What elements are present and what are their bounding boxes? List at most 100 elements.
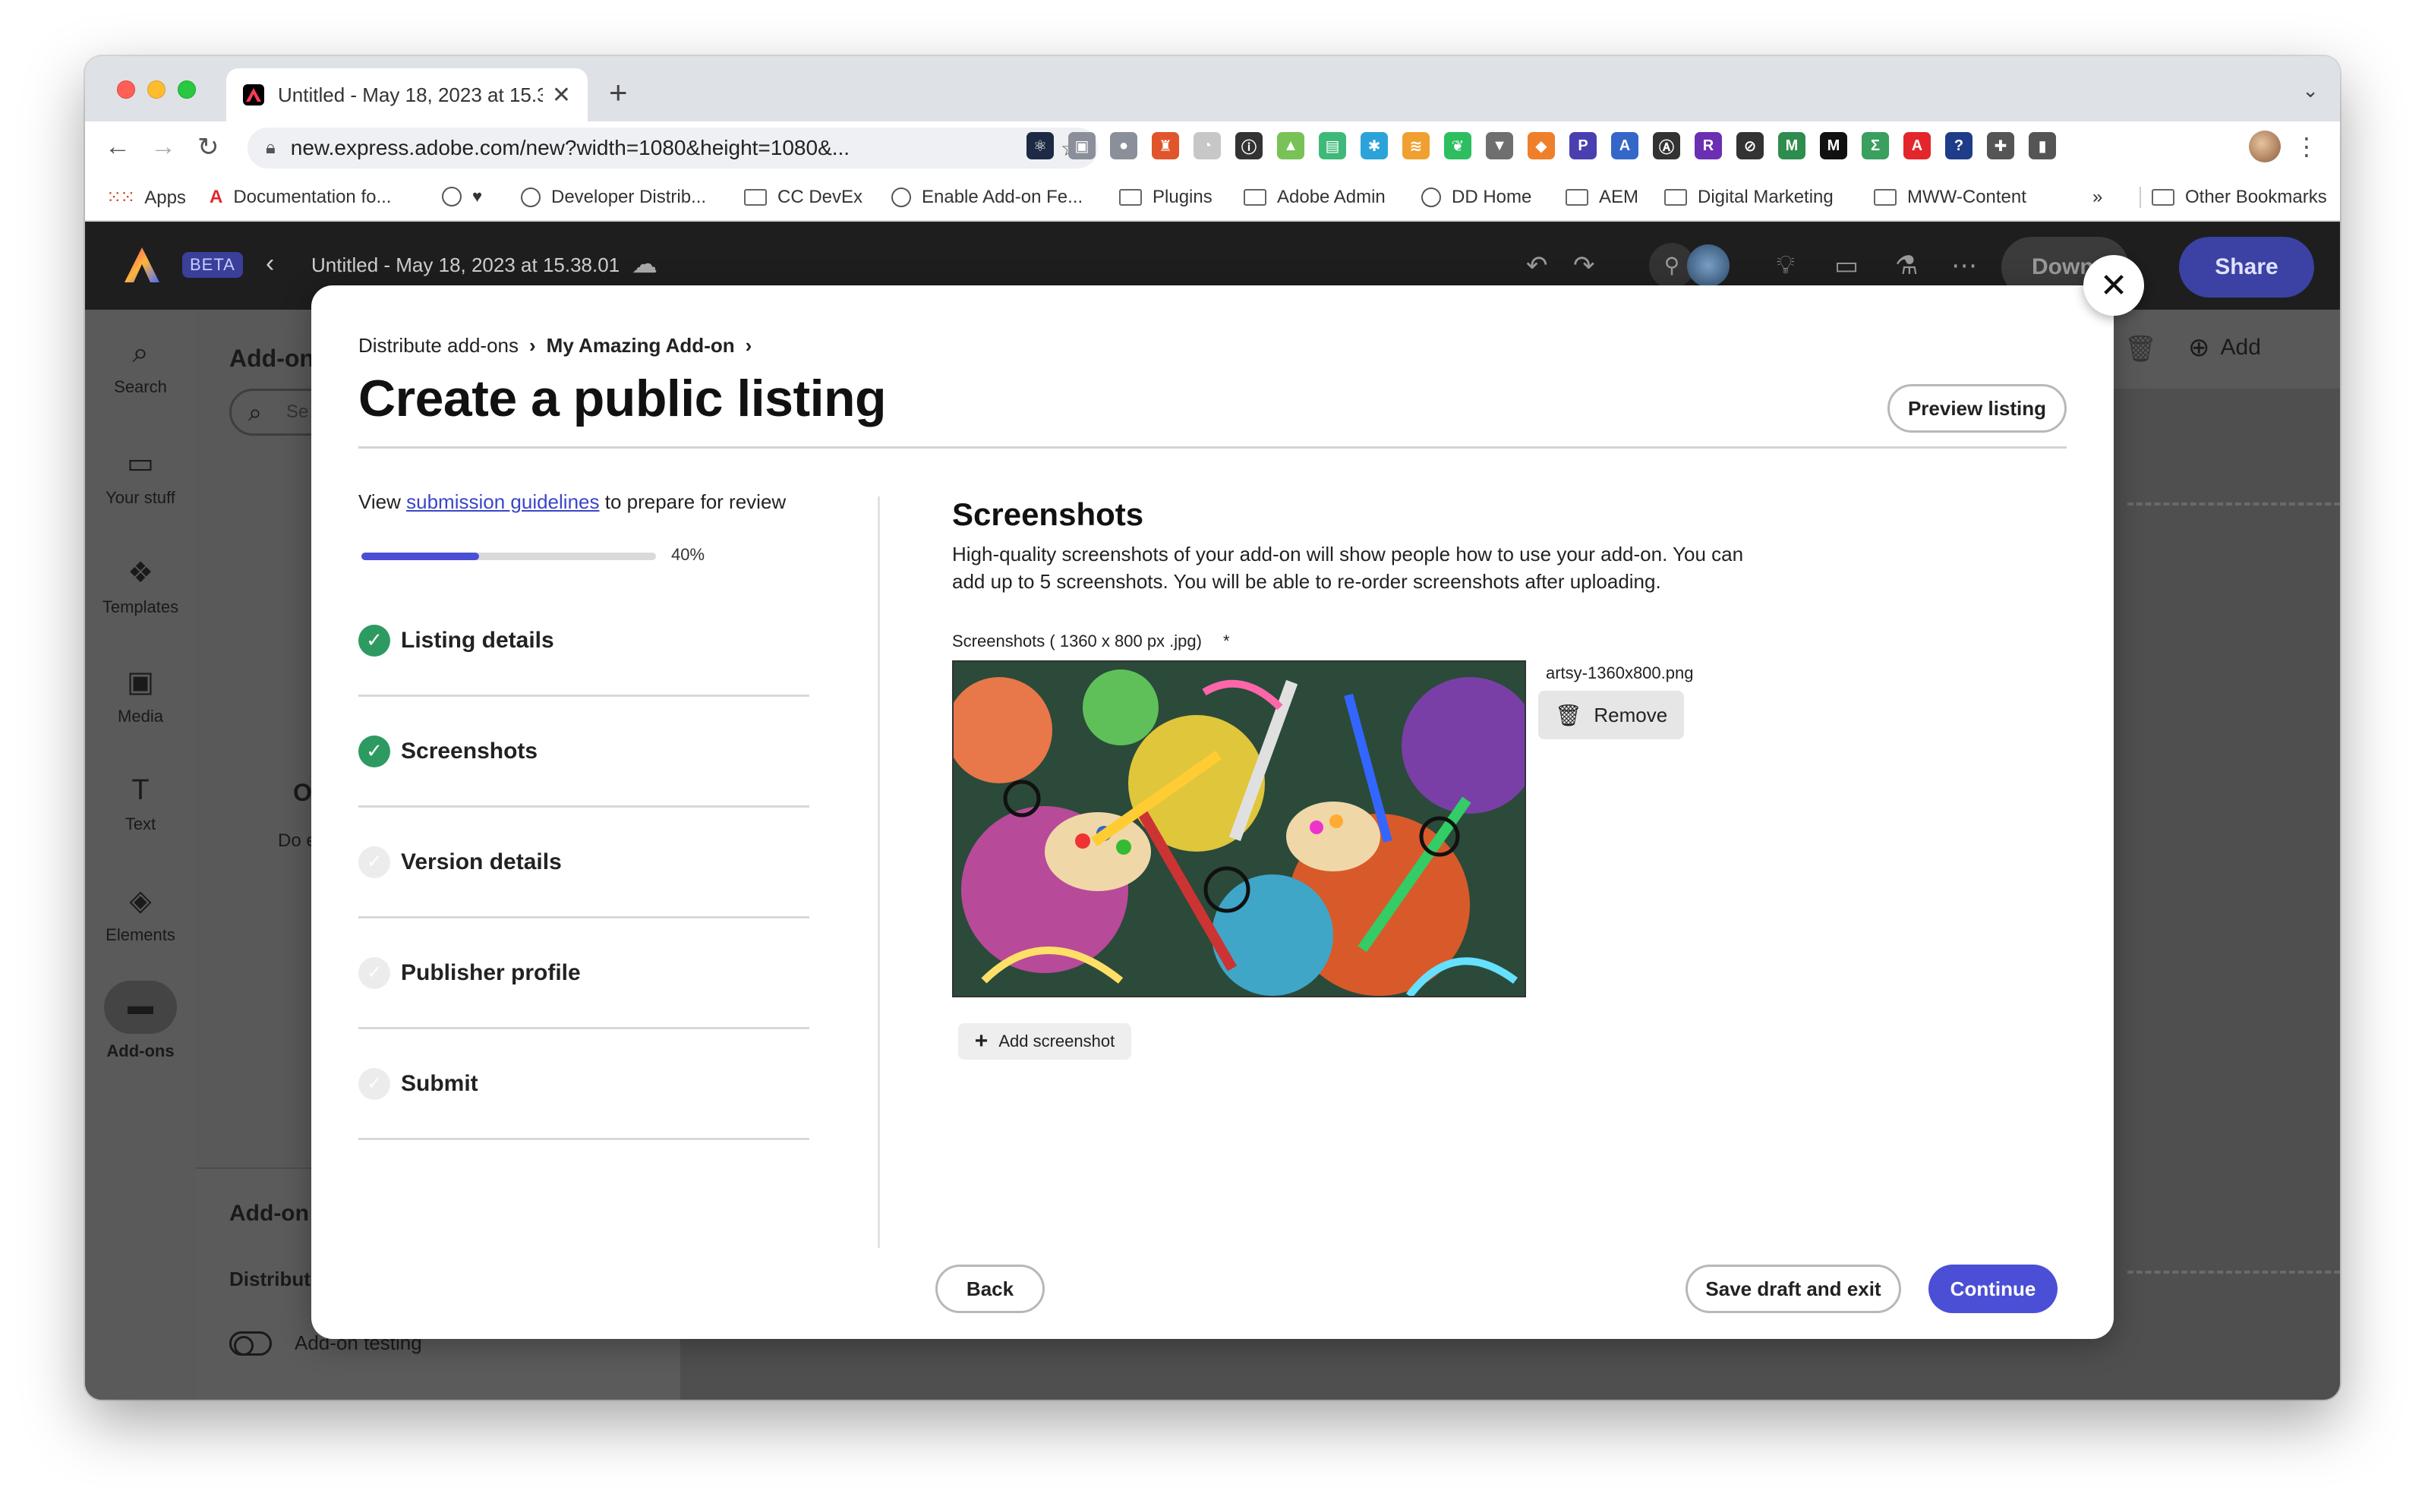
rail-item-elements[interactable]: ◈ Elements <box>85 884 196 945</box>
shield-icon[interactable]: ? <box>1945 132 1972 159</box>
collaborator-avatar[interactable] <box>1687 244 1730 287</box>
rail-item-text[interactable]: T Text <box>85 774 196 834</box>
bookmark-cc-devex[interactable]: CC DevEx <box>744 187 862 208</box>
profile-avatar[interactable] <box>2249 131 2281 162</box>
chat-icon[interactable]: ▣ <box>1068 132 1096 159</box>
r-icon[interactable]: R <box>1695 132 1722 159</box>
a-circle-icon[interactable]: Ⓐ <box>1653 132 1680 159</box>
info-icon[interactable]: ⓘ <box>1235 132 1263 159</box>
canvas-page-edge-bottom <box>2127 1271 2340 1274</box>
screen-icon[interactable]: ▤ <box>1319 132 1346 159</box>
flask-icon[interactable]: ⚗ <box>1895 250 1918 281</box>
android-icon[interactable]: ▲ <box>1277 132 1304 159</box>
bookmark-digital-marketing[interactable]: Digital Marketing <box>1664 187 1834 208</box>
no-tracking-icon[interactable]: ⊘ <box>1736 132 1764 159</box>
asterisk-icon[interactable]: ✱ <box>1361 132 1388 159</box>
bookmark-dd-home[interactable]: DD Home <box>1421 187 1531 208</box>
bookmark-apps[interactable]: ⁙⁙ Apps <box>106 187 186 209</box>
react-icon[interactable]: ⚛ <box>1026 132 1054 159</box>
step-listing-details[interactable]: ✓ Listing details <box>358 586 809 697</box>
medium-icon[interactable]: M <box>1820 132 1847 159</box>
tab-search-chevron-icon[interactable]: ⌄ <box>2302 79 2319 102</box>
chevron-right-icon: › <box>529 334 536 357</box>
evernote-icon[interactable]: ❦ <box>1444 132 1471 159</box>
bookmark-label: Plugins <box>1153 187 1212 207</box>
rail-item-add-ons[interactable]: ▬ Add-ons <box>85 981 196 1061</box>
add-page-button[interactable]: ⊕ Add <box>2188 332 2261 363</box>
bookmark-label: MWW-Content <box>1907 187 2026 207</box>
remove-screenshot-button[interactable]: 🗑︎ Remove <box>1538 691 1684 739</box>
sigma-icon[interactable]: Σ <box>1862 132 1889 159</box>
close-tab-icon[interactable]: ✕ <box>552 82 571 109</box>
browser-tab-active[interactable]: Untitled - May 18, 2023 at 15.3 ✕ <box>226 68 588 121</box>
address-bar[interactable]: 🔒︎ new.express.adobe.com/new?width=1080&… <box>248 128 1098 169</box>
step-screenshots[interactable]: ✓ Screenshots <box>358 697 809 808</box>
lightbulb-icon[interactable]: 💡︎ <box>1777 250 1795 280</box>
back-arrow-icon[interactable]: ← <box>105 132 131 162</box>
add-screenshot-button[interactable]: + Add screenshot <box>958 1023 1131 1060</box>
bookmark-documentation[interactable]: A Documentation fo... <box>210 187 391 208</box>
breadcrumb-distribute[interactable]: Distribute add-ons <box>358 334 519 358</box>
rail-item-media[interactable]: ▣ Media <box>85 665 196 726</box>
adobe-express-logo-icon[interactable] <box>121 244 162 285</box>
sidebar-icon[interactable]: ▮ <box>2029 132 2056 159</box>
back-chevron-icon[interactable]: ‹ <box>266 249 274 279</box>
bookmark-enable-addon[interactable]: Enable Add-on Fe... <box>891 187 1083 208</box>
new-tab-button[interactable]: + <box>609 74 628 111</box>
bookmark-label: AEM <box>1599 187 1639 207</box>
rail-item-your-stuff[interactable]: ▭ Your stuff <box>85 446 196 508</box>
forward-arrow-icon[interactable]: → <box>150 132 176 162</box>
close-window-button[interactable] <box>117 80 135 99</box>
puzzle-badge-icon[interactable]: ● <box>1110 132 1137 159</box>
a-brackets-icon[interactable]: A <box>1611 132 1638 159</box>
bookmarks-overflow-button[interactable]: » <box>2092 187 2102 208</box>
bookmark-plugins[interactable]: Plugins <box>1119 187 1212 208</box>
more-options-icon[interactable]: ⋯ <box>1951 250 1977 281</box>
step-version-details[interactable]: ✓ Version details <box>358 808 809 918</box>
screenshot-file-name: artsy-1360x800.png <box>1546 663 1694 682</box>
vue-icon[interactable]: ▼ <box>1486 132 1513 159</box>
puzzle-icon[interactable]: ✚ <box>1987 132 2014 159</box>
rail-item-search[interactable]: ⌕ Search <box>85 337 196 397</box>
submission-guidelines-link[interactable]: submission guidelines <box>406 490 599 513</box>
step-submit[interactable]: ✓ Submit <box>358 1029 809 1140</box>
breadcrumb-addon[interactable]: My Amazing Add-on <box>547 334 735 358</box>
m-icon[interactable]: M <box>1778 132 1805 159</box>
maximize-window-button[interactable] <box>178 80 196 99</box>
comment-icon[interactable]: ▭ <box>1834 250 1859 281</box>
orange-tool-icon[interactable]: ◆ <box>1528 132 1555 159</box>
step-publisher-profile[interactable]: ✓ Publisher profile <box>358 918 809 1029</box>
redo-icon[interactable]: ↷ <box>1573 250 1595 281</box>
bookmark-heart[interactable]: ♥ <box>442 187 482 206</box>
close-modal-button[interactable]: ✕ <box>2083 255 2144 316</box>
document-title[interactable]: Untitled - May 18, 2023 at 15.38.01 <box>311 254 620 277</box>
elements-icon: ◈ <box>129 885 152 917</box>
browser-menu-icon[interactable]: ⋮ <box>2294 132 2319 161</box>
check-circle-outline-icon: ✓ <box>358 1067 390 1100</box>
other-bookmarks[interactable]: Other Bookmarks <box>2140 187 2327 208</box>
undo-icon[interactable]: ↶ <box>1526 250 1548 281</box>
timer-icon[interactable]: ◔ <box>1194 132 1221 159</box>
reload-icon[interactable]: ↻ <box>197 132 219 162</box>
share-button[interactable]: Share <box>2179 237 2314 298</box>
rail-label: Media <box>118 707 163 726</box>
p-icon[interactable]: P <box>1569 132 1597 159</box>
chevron-right-icon: › <box>745 334 752 357</box>
preview-listing-button[interactable]: Preview listing <box>1887 384 2067 433</box>
bookmark-adobe-admin[interactable]: Adobe Admin <box>1244 187 1386 208</box>
add-on-testing-toggle[interactable] <box>229 1331 272 1356</box>
bookmark-aem[interactable]: AEM <box>1566 187 1638 208</box>
left-rail: ⌕ Search ▭ Your stuff ❖ Templates ▣ Medi… <box>85 310 196 1400</box>
minimize-window-button[interactable] <box>147 80 166 99</box>
trash-icon[interactable]: 🗑︎ <box>2124 334 2157 364</box>
bookmark-developer-distrib[interactable]: Developer Distrib... <box>521 187 706 208</box>
lighthouse-icon[interactable]: ♜ <box>1152 132 1179 159</box>
rss-icon[interactable]: ≋ <box>1402 132 1430 159</box>
adobe-red-icon[interactable]: A <box>1903 132 1931 159</box>
save-draft-button[interactable]: Save draft and exit <box>1686 1265 1901 1313</box>
rail-item-templates[interactable]: ❖ Templates <box>85 556 196 617</box>
continue-button[interactable]: Continue <box>1928 1265 2058 1313</box>
back-button[interactable]: Back <box>935 1265 1045 1313</box>
bookmark-mww-content[interactable]: MWW-Content <box>1874 187 2026 208</box>
screenshot-thumbnail[interactable] <box>952 660 1526 997</box>
